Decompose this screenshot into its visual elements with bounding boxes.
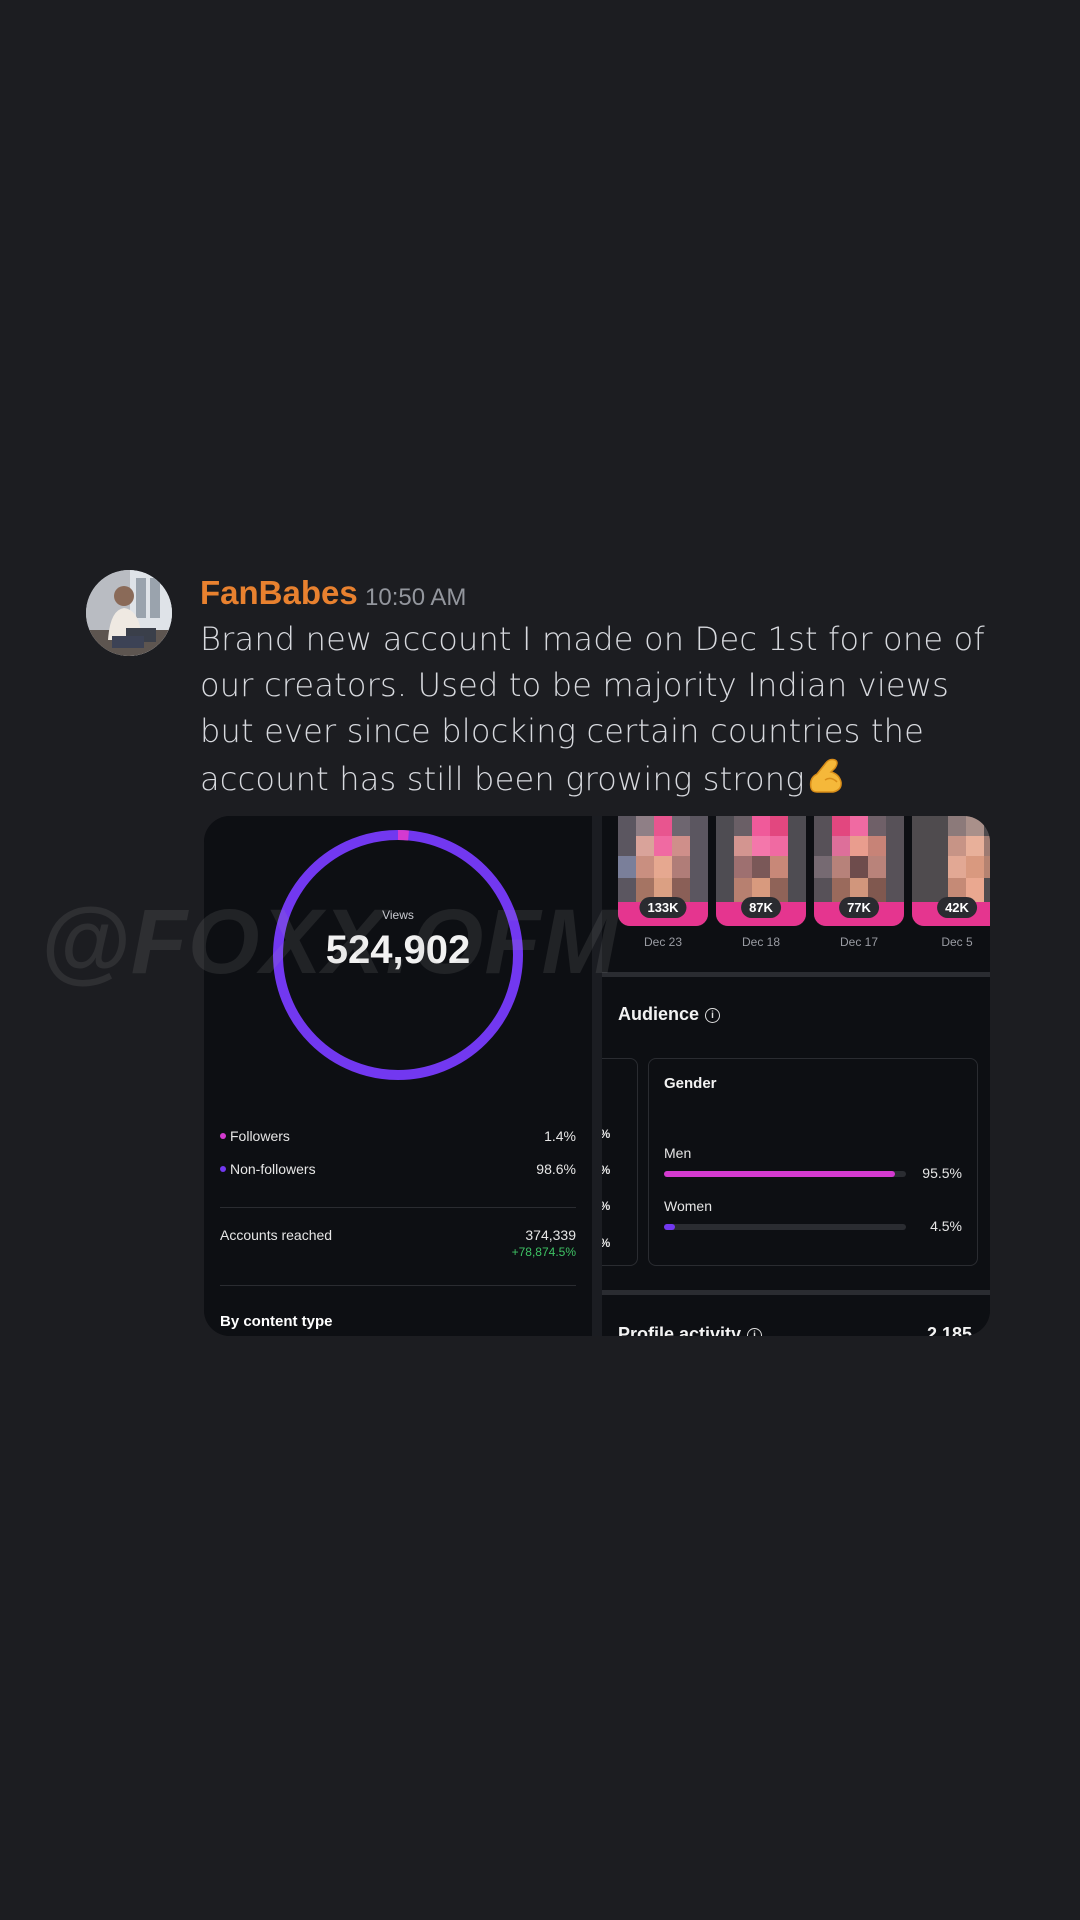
post-date: Dec 18: [741, 935, 781, 949]
views-badge: 87K: [741, 897, 781, 918]
legend-label: Non-followers: [230, 1161, 316, 1177]
gender-men-bar: [664, 1171, 896, 1177]
gender-title: Gender: [664, 1075, 717, 1092]
gender-men-value: 95.5%: [922, 1165, 962, 1181]
nonfollowers-dot: [220, 1166, 226, 1172]
post-thumbnail[interactable]: 87K: [716, 816, 806, 926]
legend-label: Followers: [230, 1128, 290, 1144]
section-divider: [602, 972, 990, 977]
gender-women-value: 4.5%: [930, 1218, 962, 1234]
legend-value: 1.4%: [544, 1128, 576, 1144]
timestamp: 10:50 AM: [365, 584, 467, 611]
gender-men-track: [664, 1171, 906, 1177]
country-percentage: 1%: [602, 1236, 610, 1250]
by-content-type-heading: By content type: [220, 1313, 333, 1330]
profile-activity-value: 2,185: [926, 1324, 972, 1336]
info-icon[interactable]: i: [747, 1328, 763, 1336]
accounts-reached-change: +78,874.5%: [511, 1245, 576, 1259]
country-card-partial: 6% 4% 4% 1%: [602, 1058, 638, 1266]
username[interactable]: FanBabes: [200, 574, 358, 612]
post-date: Dec 23: [643, 935, 683, 949]
divider: [220, 1207, 576, 1208]
audience-title: Audience: [618, 1004, 700, 1024]
image-attachment[interactable]: Views 524,902 Followers 1.4% Non-followe…: [204, 816, 990, 1336]
country-percentage: 4%: [602, 1199, 610, 1213]
post-thumbnail[interactable]: 77K: [814, 816, 904, 926]
message-body: Brand new account I made on Dec 1st for …: [200, 620, 985, 798]
views-value: 524,902: [325, 928, 471, 972]
section-divider: [602, 1290, 990, 1295]
views-panel: Views 524,902 Followers 1.4% Non-followe…: [204, 816, 592, 1336]
country-percentage: 4%: [602, 1163, 610, 1177]
audience-heading: Audience i: [618, 1004, 721, 1025]
post-thumbnail[interactable]: 133K: [618, 816, 708, 926]
legend-value: 98.6%: [536, 1161, 576, 1177]
legend-nonfollowers: Non-followers 98.6%: [220, 1161, 576, 1183]
views-badge: 133K: [639, 897, 687, 918]
profile-activity-label: Profile activity i: [618, 1324, 763, 1336]
post-date: Dec 5: [941, 935, 973, 949]
info-icon[interactable]: i: [705, 1008, 721, 1023]
divider: [220, 1285, 576, 1286]
avatar[interactable]: [86, 570, 172, 656]
gender-men-label: Men: [664, 1145, 692, 1161]
panel-divider: [592, 816, 602, 1336]
post-date: Dec 17: [839, 935, 879, 949]
gender-card: Gender Men 95.5% Women 4.5%: [648, 1058, 978, 1266]
views-label: Views: [382, 908, 414, 922]
views-badge: 42K: [937, 897, 977, 918]
gender-women-label: Women: [664, 1198, 712, 1214]
flexed-biceps-icon: [805, 754, 847, 808]
views-badge: 77K: [839, 897, 879, 918]
gender-women-bar: [664, 1224, 675, 1230]
audience-panel: 133K Dec 23 87K Dec 18 77K Dec 17 42K De…: [602, 816, 990, 1336]
followers-dot: [220, 1133, 226, 1139]
country-percentage: 6%: [602, 1127, 610, 1141]
accounts-reached-value: 374,339: [525, 1227, 576, 1243]
legend-followers: Followers 1.4%: [220, 1128, 576, 1150]
message-text: Brand new account I made on Dec 1st for …: [200, 616, 1000, 808]
post-thumbnail[interactable]: 42K: [912, 816, 990, 926]
gender-women-track: [664, 1224, 906, 1230]
profile-activity-title: Profile activity: [618, 1324, 742, 1336]
accounts-reached-label: Accounts reached: [220, 1227, 333, 1243]
